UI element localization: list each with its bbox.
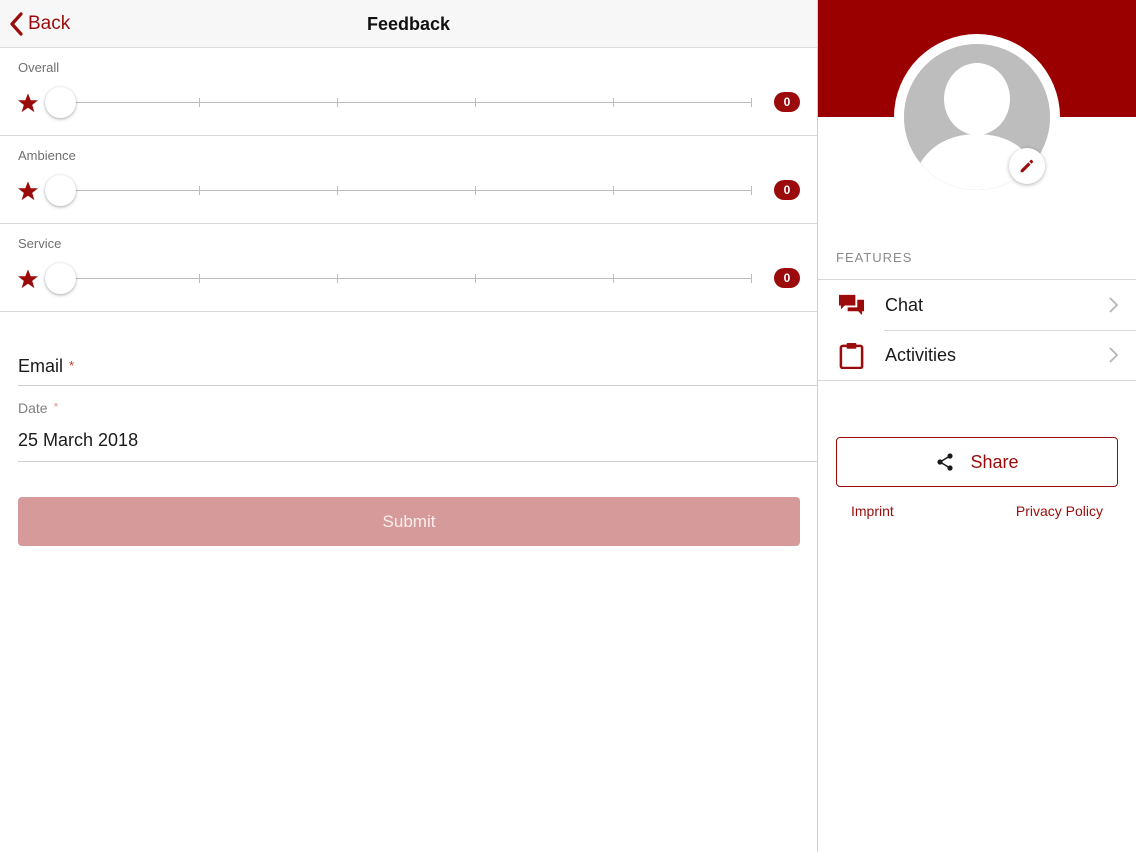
rating-slider-thumb[interactable] bbox=[45, 263, 76, 294]
imprint-link[interactable]: Imprint bbox=[851, 503, 894, 519]
rating-row-overall: Overall 0 bbox=[0, 48, 817, 136]
feature-item-chat[interactable]: Chat bbox=[818, 280, 1136, 330]
date-value: 25 March 2018 bbox=[18, 430, 139, 450]
feature-label: Chat bbox=[885, 295, 924, 315]
feature-label: Activities bbox=[885, 345, 957, 365]
clipboard-icon bbox=[839, 342, 864, 369]
chat-icon bbox=[838, 294, 865, 316]
slider-tick bbox=[337, 98, 338, 107]
slider-tick bbox=[199, 186, 200, 195]
rating-value-badge: 0 bbox=[774, 180, 800, 200]
edit-avatar-button[interactable] bbox=[1009, 148, 1045, 184]
slider-tick bbox=[199, 98, 200, 107]
chevron-right-icon bbox=[1109, 347, 1118, 363]
pencil-icon bbox=[1020, 159, 1034, 173]
star-icon bbox=[17, 269, 39, 289]
star-icon bbox=[17, 93, 39, 113]
slider-tick bbox=[751, 98, 752, 107]
share-label: Share bbox=[970, 451, 1019, 472]
navigation-bar: Back Feedback bbox=[0, 0, 817, 48]
feature-item-activities[interactable]: Activities bbox=[818, 330, 1136, 380]
rating-slider-thumb[interactable] bbox=[45, 175, 76, 206]
slider-tick bbox=[475, 98, 476, 107]
share-icon bbox=[937, 453, 954, 471]
required-marker: * bbox=[69, 358, 75, 373]
email-label: Email * bbox=[18, 356, 74, 377]
slider-tick bbox=[751, 274, 752, 283]
rating-value-badge: 0 bbox=[774, 92, 800, 112]
slider-tick bbox=[199, 274, 200, 283]
rating-label: Ambience bbox=[18, 148, 76, 163]
email-label-text: Email bbox=[18, 356, 64, 376]
feedback-pane: Back Feedback Overall 0 Ambience 0 Servi… bbox=[0, 0, 817, 852]
features-list: Chat Activities bbox=[818, 279, 1136, 381]
rating-row-ambience: Ambience 0 bbox=[0, 136, 817, 224]
rating-label: Service bbox=[18, 236, 62, 251]
slider-tick bbox=[475, 186, 476, 195]
date-label: Date * bbox=[18, 400, 58, 416]
privacy-policy-link[interactable]: Privacy Policy bbox=[1016, 503, 1103, 519]
page-title: Feedback bbox=[366, 14, 451, 34]
slider-tick bbox=[613, 98, 614, 107]
submit-button[interactable]: Submit bbox=[18, 497, 800, 546]
rating-label: Overall bbox=[18, 60, 60, 75]
date-field[interactable]: Date * 25 March 2018 bbox=[18, 387, 817, 462]
features-heading: FEATURES bbox=[836, 250, 913, 265]
slider-tick bbox=[613, 274, 614, 283]
chevron-right-icon bbox=[1109, 297, 1118, 313]
rating-value-badge: 0 bbox=[774, 268, 800, 288]
slider-tick bbox=[751, 186, 752, 195]
star-icon bbox=[17, 181, 39, 201]
rating-slider-thumb[interactable] bbox=[45, 87, 76, 118]
rating-slider-track[interactable] bbox=[61, 186, 752, 195]
share-button[interactable]: Share bbox=[836, 437, 1118, 487]
slider-tick bbox=[475, 274, 476, 283]
slider-tick bbox=[613, 186, 614, 195]
rating-slider-track[interactable] bbox=[61, 98, 752, 107]
sidebar: FEATURES Chat Activities Share Imprint P… bbox=[818, 0, 1136, 852]
rating-row-service: Service 0 bbox=[0, 224, 817, 312]
rating-slider-track[interactable] bbox=[61, 274, 752, 283]
slider-tick bbox=[337, 186, 338, 195]
required-marker: * bbox=[53, 400, 59, 414]
date-label-text: Date bbox=[18, 400, 48, 416]
slider-tick bbox=[337, 274, 338, 283]
email-field[interactable]: Email * bbox=[18, 336, 817, 386]
